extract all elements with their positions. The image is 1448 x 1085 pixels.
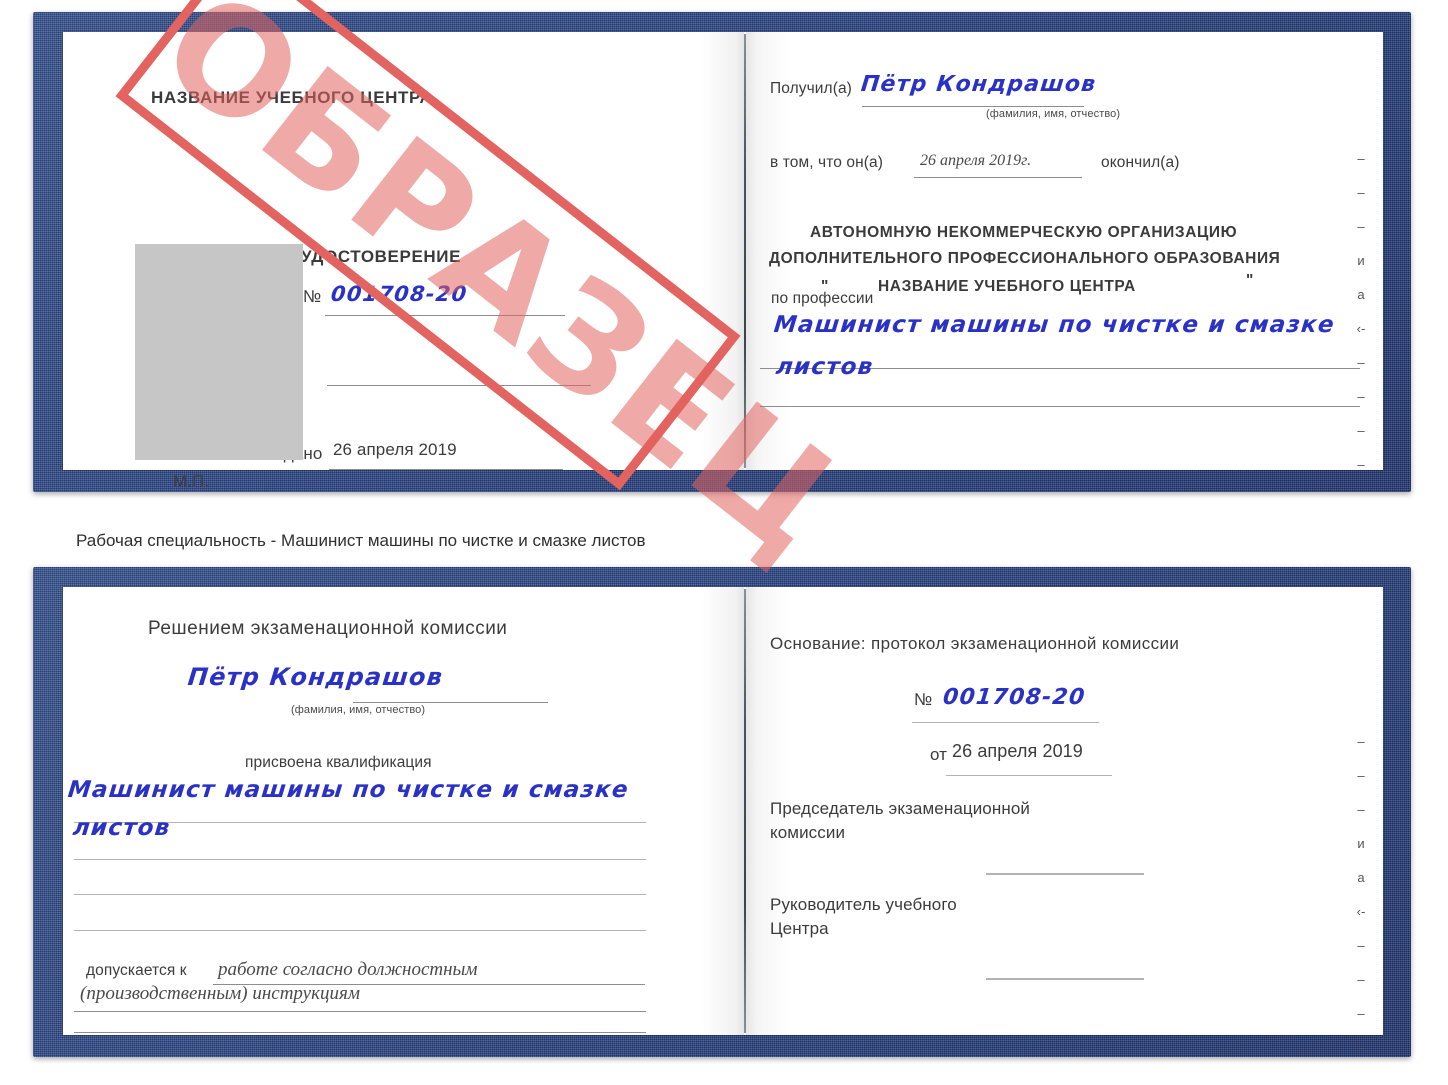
- protocol-number-value: 001708-20: [941, 685, 1087, 710]
- edge-glyph: ‹-: [1356, 904, 1366, 919]
- organization-line-3: НАЗВАНИЕ УЧЕБНОГО ЦЕНТРА: [878, 278, 1136, 295]
- head-signature-rule: [986, 978, 1144, 980]
- bottom-certificate-pages: Решением экзаменационной комиссии Пётр К…: [63, 587, 1383, 1055]
- head-label-line-2: Центра: [770, 919, 829, 938]
- admitted-value-line-2: (производственным) инструкциям: [80, 983, 360, 1004]
- edge-glyph: и: [1357, 836, 1365, 851]
- blank-rule-b: [74, 930, 646, 931]
- graduate-name-rule: [353, 702, 548, 703]
- edge-glyph: а: [1357, 870, 1365, 885]
- edge-glyph: –: [1357, 151, 1365, 166]
- profession-value-line-2: листов: [774, 354, 875, 380]
- head-label-line-1: Руководитель учебного: [770, 895, 957, 914]
- training-center-name-title: НАЗВАНИЕ УЧЕБНОГО ЦЕНТРА: [151, 88, 433, 107]
- issued-date-value: 26 апреля 2019: [333, 440, 457, 459]
- chairman-label-line-2: комиссии: [770, 823, 846, 842]
- graduate-name-value: Пётр Кондрашов: [186, 663, 445, 691]
- edge-glyph: –: [1357, 1040, 1365, 1055]
- bottom-certificate-booklet: Решением экзаменационной комиссии Пётр К…: [33, 567, 1411, 1057]
- profession-rule-2: [760, 406, 1360, 407]
- in-that-date-rule: [914, 177, 1082, 178]
- profession-label: по профессии: [771, 290, 874, 307]
- organization-line-2: ДОПОЛНИТЕЛЬНОГО ПРОФЕССИОНАЛЬНОГО ОБРАЗО…: [769, 250, 1281, 267]
- blank-rule-a: [74, 894, 646, 895]
- received-name-value: Пётр Кондрашов: [859, 72, 1098, 97]
- organization-quote-close: ": [1246, 272, 1254, 289]
- edge-glyph: –: [1357, 802, 1365, 817]
- edge-glyph: –: [1357, 768, 1365, 783]
- profession-value-line-1: Машинист машины по чистке и смазке: [772, 312, 1337, 338]
- blank-rule-1: [327, 385, 591, 386]
- edge-glyph: –: [1357, 457, 1365, 472]
- qualification-value-line-2: листов: [71, 815, 172, 841]
- edge-glyph-column: – – – и а ‹- – – – –: [1348, 142, 1374, 482]
- photo-placeholder: [135, 244, 303, 460]
- edge-glyph: –: [1357, 1006, 1365, 1021]
- organization-line-1: АВТОНОМНУЮ НЕКОММЕРЧЕСКУЮ ОРГАНИЗАЦИЮ: [810, 224, 1238, 241]
- edge-glyph: –: [1357, 389, 1365, 404]
- top-certificate-booklet: НАЗВАНИЕ УЧЕБНОГО ЦЕНТРА УДОСТОВЕРЕНИЕ №…: [33, 12, 1411, 492]
- top-certificate-pages: НАЗВАНИЕ УЧЕБНОГО ЦЕНТРА УДОСТОВЕРЕНИЕ №…: [63, 32, 1383, 491]
- issued-date-rule: [329, 469, 563, 470]
- certificate-number-rule: [325, 315, 565, 316]
- protocol-number-label: №: [914, 690, 933, 709]
- edge-glyph: –: [1357, 185, 1365, 200]
- chairman-signature-rule: [986, 873, 1144, 875]
- document-title: УДОСТОВЕРЕНИЕ: [301, 247, 462, 266]
- top-left-page: НАЗВАНИЕ УЧЕБНОГО ЦЕНТРА УДОСТОВЕРЕНИЕ №…: [63, 32, 744, 491]
- top-right-page: Получил(а) Пётр Кондрашов (фамилия, имя,…: [746, 32, 1383, 472]
- finished-label: окончил(а): [1101, 154, 1180, 171]
- fio-hint: (фамилия, имя, отчество): [291, 704, 426, 716]
- commission-decision-heading: Решением экзаменационной комиссии: [148, 618, 508, 639]
- basis-protocol-label: Основание: протокол экзаменационной коми…: [770, 634, 1180, 653]
- received-label: Получил(а): [770, 80, 852, 97]
- in-that-date-value: 26 апреля 2019г.: [920, 152, 1032, 169]
- edge-glyph: –: [1357, 355, 1365, 370]
- in-that-label: в том, что он(а): [770, 154, 884, 171]
- admitted-rule-1: [213, 984, 645, 985]
- protocol-date-label: от: [930, 745, 948, 764]
- edge-glyph: –: [1357, 423, 1365, 438]
- bottom-right-page: Основание: протокол экзаменационной коми…: [746, 587, 1383, 1055]
- protocol-number-rule: [912, 722, 1099, 723]
- certificate-number-label: №: [303, 287, 322, 306]
- seal-label: М.П.: [173, 472, 210, 491]
- admitted-rule-3: [74, 1032, 646, 1033]
- qualification-rule-2: [74, 859, 646, 860]
- protocol-date-value: 26 апреля 2019: [952, 741, 1083, 761]
- edge-glyph-column: – – – и а ‹- – – – –: [1348, 725, 1374, 1065]
- edge-glyph: –: [1357, 734, 1365, 749]
- admitted-label: допускается к: [86, 962, 187, 979]
- certificate-number-value: 001708-20: [329, 282, 469, 306]
- edge-glyph: а: [1357, 287, 1365, 302]
- admitted-rule-2: [74, 1011, 646, 1012]
- chairman-label-line-1: Председатель экзаменационной: [770, 799, 1030, 818]
- edge-glyph: –: [1357, 219, 1365, 234]
- fio-hint: (фамилия, имя, отчество): [986, 108, 1121, 120]
- caption-text: Рабочая специальность - Машинист машины …: [76, 531, 646, 550]
- edge-glyph: и: [1357, 253, 1365, 268]
- qualification-value-line-1: Машинист машины по чистке и смазке: [66, 777, 631, 803]
- edge-glyph: –: [1357, 972, 1365, 987]
- edge-glyph: –: [1357, 938, 1365, 953]
- protocol-date-rule: [946, 775, 1112, 776]
- qualification-label: присвоена квалификация: [245, 754, 432, 771]
- edge-glyph: ‹-: [1356, 321, 1366, 336]
- bottom-left-page: Решением экзаменационной комиссии Пётр К…: [63, 587, 744, 1035]
- admitted-value-line-1: работе согласно должностным: [218, 959, 478, 980]
- received-name-rule: [862, 106, 1084, 107]
